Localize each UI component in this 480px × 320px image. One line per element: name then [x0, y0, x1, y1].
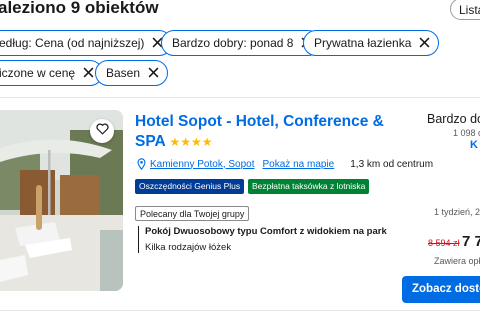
heart-icon — [95, 122, 109, 140]
list-view-button[interactable]: Lista — [450, 0, 480, 20]
close-icon[interactable] — [148, 66, 159, 80]
group-recommendation-tag: Polecany dla Twojej grupy — [135, 206, 250, 221]
show-on-map-link[interactable]: Pokaż na mapie — [263, 159, 335, 170]
filter-chip-private-bathroom[interactable]: Prywatna łazienka — [303, 30, 440, 56]
filter-chip-rating[interactable]: Bardzo dobry: ponad 8 — [161, 30, 322, 56]
stay-info: 1 tydzień, 2 — [434, 207, 480, 217]
filter-chip-label: iczone w cenę — [0, 65, 76, 80]
close-icon[interactable] — [419, 36, 430, 50]
taxes-included-note: Zawiera opł — [434, 256, 480, 266]
star-rating: ★★★★ — [169, 135, 213, 149]
room-beds: Kilka rodzajów łóżek — [145, 242, 232, 253]
filter-chip-included[interactable]: iczone w cenę — [0, 60, 104, 86]
review-count: 1 098 o — [453, 128, 480, 138]
see-availability-button[interactable]: Zobacz dostęp — [402, 276, 480, 303]
hotel-name-block[interactable]: Hotel Sopot - Hotel, Conference & SPA ★★… — [135, 112, 395, 152]
filter-chip-pool[interactable]: Basen — [95, 60, 169, 86]
old-price: 8 594 zł — [428, 238, 460, 248]
results-count-title: aleziono 9 obiektów — [0, 0, 159, 17]
location-link[interactable]: Kamienny Potok, Sopot — [150, 159, 255, 170]
filter-chip-label: edług: Cena (od najniższej) — [0, 35, 145, 50]
room-info: Pokój Dwuosobowy typu Comfort z widokiem… — [138, 226, 387, 253]
genius-badge: Oszczędności Genius Plus — [135, 179, 245, 194]
filter-chip-sort-price[interactable]: edług: Cena (od najniższej) — [0, 30, 173, 56]
filter-chip-label: Bardzo dobry: ponad 8 — [172, 35, 294, 50]
close-icon[interactable] — [83, 66, 94, 80]
room-name: Pokój Dwuosobowy typu Comfort z widokiem… — [145, 226, 387, 237]
distance-text: 1,3 km od centrum — [350, 158, 434, 170]
review-extra[interactable]: K — [470, 139, 478, 151]
free-taxi-badge: Bezpłatna taksówka z lotniska — [248, 179, 370, 194]
current-price: 7 7 — [462, 233, 480, 250]
filter-chip-label: Prywatna łazienka — [314, 35, 412, 50]
review-score-label[interactable]: Bardzo do — [427, 112, 480, 126]
pin-icon — [137, 158, 146, 170]
favorite-button[interactable] — [90, 119, 114, 143]
filter-chip-label: Basen — [106, 65, 141, 80]
location-row: Kamienny Potok, Sopot Pokaż na mapie 1,3… — [137, 158, 433, 170]
